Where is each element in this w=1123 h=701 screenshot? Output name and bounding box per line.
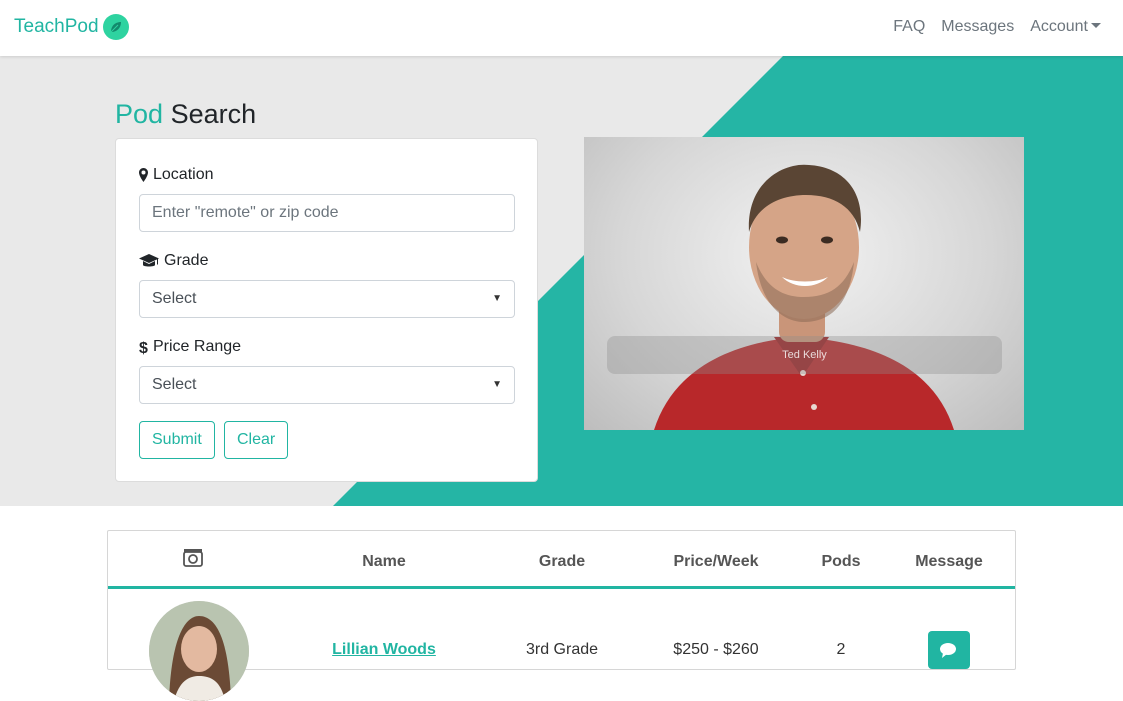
brand-name: TeachPod	[14, 16, 99, 37]
caret-down-icon	[1091, 23, 1101, 28]
submit-button[interactable]: Submit	[139, 421, 215, 459]
leaf-icon	[102, 14, 129, 40]
header-name[interactable]: Name	[362, 553, 406, 571]
location-label: Location	[139, 166, 214, 184]
chevron-down-icon: ▼	[492, 379, 502, 390]
title-rest: Search	[170, 99, 257, 129]
header-message[interactable]: Message	[915, 553, 983, 571]
search-form-card: Location Grade Select ▼ $ Price Range Se…	[115, 138, 538, 482]
grade-label: Grade	[139, 252, 208, 270]
svg-text:$: $	[139, 340, 148, 355]
price-label-text: Price Range	[153, 338, 242, 355]
tutor-pods: 2	[836, 641, 846, 658]
nav-faq[interactable]: FAQ	[893, 18, 925, 36]
header-pods[interactable]: Pods	[821, 553, 860, 571]
location-label-text: Location	[153, 166, 214, 183]
price-label: $ Price Range	[139, 338, 241, 356]
results-table: Name Grade Price/Week Pods Message Lilli…	[107, 530, 1016, 701]
page-title: Pod Search	[115, 99, 256, 130]
price-select[interactable]: Select ▼	[139, 366, 515, 404]
chevron-down-icon: ▼	[492, 293, 502, 304]
tutor-grade: 3rd Grade	[525, 641, 599, 658]
camera-icon	[183, 549, 203, 572]
nav-account-dropdown[interactable]: Account	[1030, 18, 1101, 36]
map-marker-icon	[139, 168, 148, 182]
nav-messages[interactable]: Messages	[941, 18, 1014, 36]
grade-label-text: Grade	[164, 252, 209, 269]
tutor-name-link[interactable]: Lillian Woods	[332, 641, 436, 659]
header-grade[interactable]: Grade	[539, 553, 585, 571]
featured-tutor-photo: Ted Kelly	[584, 137, 1024, 430]
message-button[interactable]	[928, 631, 970, 669]
photo-caption: Ted Kelly	[607, 336, 1002, 374]
title-accent: Pod	[115, 99, 164, 129]
grade-select[interactable]: Select ▼	[139, 280, 515, 318]
nav-links: FAQ Messages Account	[893, 18, 1101, 36]
navbar: TeachPod FAQ Messages Account	[0, 0, 1123, 56]
grade-select-value: Select	[152, 290, 197, 307]
clear-button[interactable]: Clear	[224, 421, 289, 459]
table-header: Name Grade Price/Week Pods Message	[108, 531, 1015, 589]
tutor-price: $250 - $260	[673, 641, 759, 658]
nav-account-label: Account	[1030, 18, 1088, 35]
brand-link[interactable]: TeachPod	[14, 14, 129, 40]
avatar	[149, 601, 249, 701]
price-select-value: Select	[152, 376, 197, 393]
location-input[interactable]	[139, 194, 515, 232]
dollar-icon: $	[139, 340, 148, 355]
header-price[interactable]: Price/Week	[673, 553, 758, 571]
tutor-portrait	[654, 164, 954, 430]
graduation-cap-icon	[139, 254, 159, 267]
